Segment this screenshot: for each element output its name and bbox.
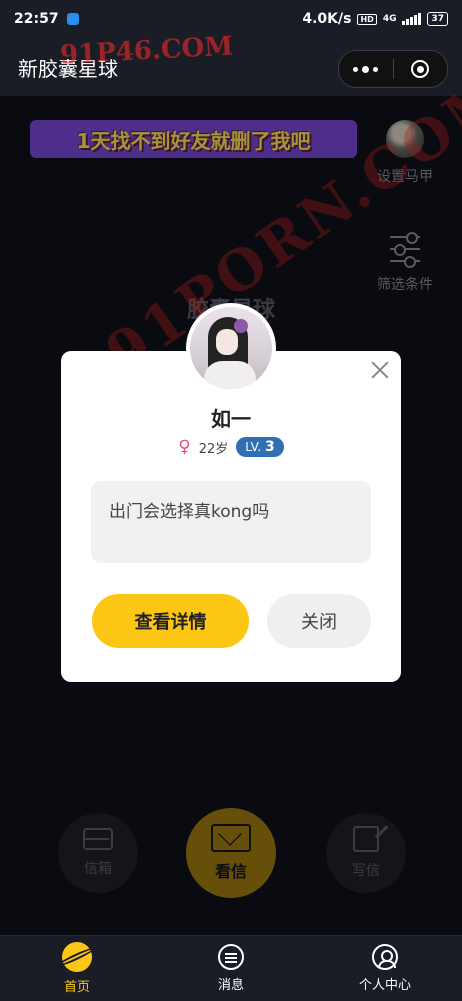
message-icon: [218, 944, 244, 970]
miniprogram-capsule: [338, 50, 448, 88]
view-detail-button[interactable]: 查看详情: [92, 594, 249, 648]
status-time: 22:57: [14, 11, 59, 27]
more-dots-icon: [353, 66, 359, 72]
close-button[interactable]: 关闭: [267, 594, 371, 648]
more-menu-button[interactable]: [339, 51, 393, 87]
signal-icon: [402, 13, 422, 25]
profile-avatar: [186, 303, 276, 393]
tab-messages[interactable]: 消息: [154, 936, 308, 1001]
message-preview: 出门会选择真kong吗: [91, 481, 371, 563]
level-prefix: LV.: [245, 440, 262, 454]
profile-name: 如一: [211, 407, 251, 431]
tab-home[interactable]: 首页: [0, 936, 154, 1001]
profile-meta: ♀ 22岁 LV. 3: [61, 437, 401, 457]
tab-profile[interactable]: 个人中心: [308, 936, 462, 1001]
exit-miniprogram-button[interactable]: [394, 51, 448, 87]
level-badge: LV. 3: [236, 437, 284, 457]
level-value: 3: [264, 439, 275, 455]
tab-profile-label: 个人中心: [358, 978, 411, 993]
battery-icon: 37: [427, 12, 448, 26]
female-icon: ♀: [178, 437, 191, 457]
user-icon: [372, 944, 398, 970]
target-icon: [411, 60, 430, 78]
tab-messages-label: 消息: [217, 978, 244, 993]
planet-icon: [62, 942, 92, 972]
notification-app-icon: [66, 13, 79, 25]
profile-age: 22岁: [198, 441, 229, 457]
avatar-image: [190, 307, 272, 389]
network-type: 4G: [382, 14, 397, 24]
hd-icon: HD: [357, 13, 377, 25]
tab-home-label: 首页: [63, 980, 90, 995]
profile-modal: 如一 ♀ 22岁 LV. 3 出门会选择真kong吗 查看详情 关闭: [61, 351, 401, 682]
network-speed: 4.0K/s: [302, 11, 352, 27]
close-icon[interactable]: [371, 361, 389, 379]
bottom-tab-bar: 首页 消息 个人中心: [0, 935, 462, 1001]
